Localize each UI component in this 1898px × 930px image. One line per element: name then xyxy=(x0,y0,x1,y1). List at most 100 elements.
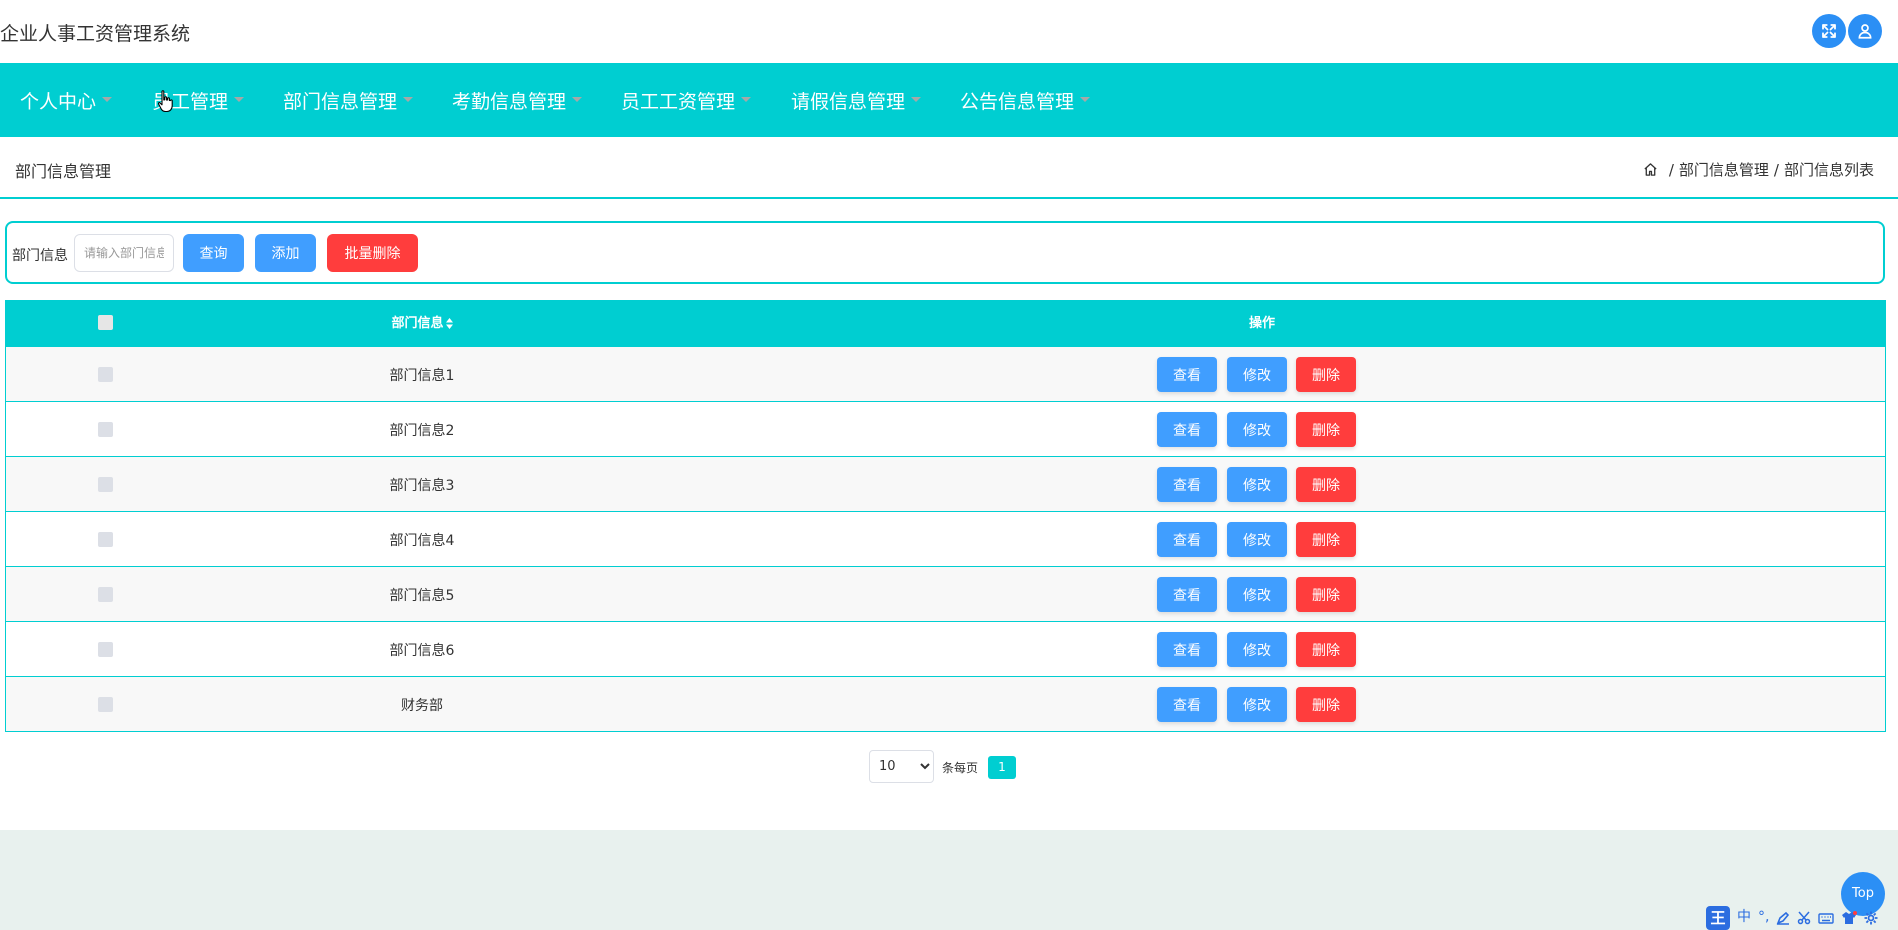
search-panel: 部门信息 查询 添加 批量删除 xyxy=(5,221,1885,284)
table-row: 部门信息2 查看 修改 删除 xyxy=(6,401,1885,456)
column-header-actions: 操作 xyxy=(1248,316,1275,331)
view-button[interactable]: 查看 xyxy=(1157,577,1217,612)
caret-down-icon xyxy=(572,96,583,102)
department-name-cell: 财务部 xyxy=(401,698,443,714)
row-checkbox[interactable] xyxy=(98,697,113,712)
main-nav: 个人中心 员工管理 部门信息管理 考勤信息管理 员工工资管理 请假信息管理 公告… xyxy=(0,63,1898,137)
search-label: 部门信息 xyxy=(12,248,68,264)
nav-item-label: 请假信息管理 xyxy=(791,90,906,113)
delete-button[interactable]: 删除 xyxy=(1296,412,1356,447)
ime-toolbar: 王 中 °, xyxy=(1706,905,1898,930)
caret-down-icon xyxy=(741,96,752,102)
column-header-label: 部门信息 xyxy=(391,316,444,331)
table-header: 部门信息 操作 xyxy=(6,301,1885,346)
nav-item-department-management[interactable]: 部门信息管理 xyxy=(283,63,414,137)
fullscreen-button[interactable] xyxy=(1812,14,1846,48)
breadcrumb-item-department-management[interactable]: 部门信息管理 xyxy=(1679,159,1769,180)
ime-punct-toggle[interactable]: °, xyxy=(1758,905,1769,930)
caret-down-icon xyxy=(403,96,414,102)
edit-button[interactable]: 修改 xyxy=(1227,467,1287,502)
caret-down-icon xyxy=(1080,96,1091,102)
view-button[interactable]: 查看 xyxy=(1157,687,1217,722)
view-button[interactable]: 查看 xyxy=(1157,357,1217,392)
row-checkbox[interactable] xyxy=(98,422,113,437)
row-checkbox[interactable] xyxy=(98,477,113,492)
select-all-checkbox[interactable] xyxy=(98,315,113,330)
per-page-label: 条每页 xyxy=(942,761,979,775)
delete-button[interactable]: 删除 xyxy=(1296,357,1356,392)
edit-button[interactable]: 修改 xyxy=(1227,632,1287,667)
department-name-cell: 部门信息1 xyxy=(389,368,455,384)
gear-icon[interactable] xyxy=(1864,911,1878,925)
column-header-department[interactable]: 部门信息 xyxy=(306,301,538,346)
scissors-icon[interactable] xyxy=(1797,911,1811,925)
nav-item-personal-center[interactable]: 个人中心 xyxy=(20,63,113,137)
shirt-icon[interactable] xyxy=(1841,910,1858,925)
department-name-cell: 部门信息5 xyxy=(389,588,455,604)
nav-item-label: 员工工资管理 xyxy=(621,90,736,113)
table-row: 财务部 查看 修改 删除 xyxy=(6,676,1885,731)
delete-button[interactable]: 删除 xyxy=(1296,687,1356,722)
department-name-cell: 部门信息3 xyxy=(389,478,455,494)
nav-item-label: 考勤信息管理 xyxy=(452,90,567,113)
ime-mode-toggle[interactable]: 中 xyxy=(1737,905,1751,930)
home-icon[interactable] xyxy=(1643,162,1658,177)
department-name-cell: 部门信息4 xyxy=(389,533,455,549)
edit-button[interactable]: 修改 xyxy=(1227,522,1287,557)
department-name-cell: 部门信息6 xyxy=(389,643,455,659)
table-row: 部门信息6 查看 修改 删除 xyxy=(6,621,1885,676)
row-checkbox[interactable] xyxy=(98,642,113,657)
edit-button[interactable]: 修改 xyxy=(1227,412,1287,447)
table-row: 部门信息5 查看 修改 删除 xyxy=(6,566,1885,621)
expand-icon xyxy=(1822,24,1836,38)
nav-item-notice-management[interactable]: 公告信息管理 xyxy=(960,63,1091,137)
page-header: 部门信息管理 / 部门信息管理 / 部门信息列表 xyxy=(0,137,1898,199)
page-title: 部门信息管理 xyxy=(15,162,112,181)
table-row: 部门信息1 查看 修改 删除 xyxy=(6,346,1885,401)
delete-button[interactable]: 删除 xyxy=(1296,577,1356,612)
caret-down-icon xyxy=(102,96,113,102)
department-table: 部门信息 操作 部门信息1 查看 修改 删除 部门信息2 查看 修改 删除 部门… xyxy=(5,300,1886,732)
row-checkbox[interactable] xyxy=(98,532,113,547)
department-search-input[interactable] xyxy=(74,234,174,272)
nav-item-label: 个人中心 xyxy=(20,90,97,113)
nav-item-leave-management[interactable]: 请假信息管理 xyxy=(791,63,922,137)
breadcrumb-separator: / xyxy=(1773,160,1779,179)
view-button[interactable]: 查看 xyxy=(1157,412,1217,447)
breadcrumb: / 部门信息管理 / 部门信息列表 xyxy=(1643,159,1874,180)
ime-logo[interactable]: 王 xyxy=(1706,905,1730,930)
view-button[interactable]: 查看 xyxy=(1157,522,1217,557)
pen-icon[interactable] xyxy=(1776,911,1790,925)
sort-icon xyxy=(445,318,453,329)
top-header: 企业人事工资管理系统 xyxy=(0,0,1898,63)
page-number-current[interactable]: 1 xyxy=(988,756,1016,779)
nav-item-label: 公告信息管理 xyxy=(960,90,1075,113)
nav-item-label: 部门信息管理 xyxy=(283,90,398,113)
hand-cursor-icon xyxy=(157,90,173,113)
nav-item-salary-management[interactable]: 员工工资管理 xyxy=(621,63,752,137)
caret-down-icon xyxy=(234,96,245,102)
nav-item-attendance-management[interactable]: 考勤信息管理 xyxy=(452,63,583,137)
delete-button[interactable]: 删除 xyxy=(1296,522,1356,557)
add-button[interactable]: 添加 xyxy=(255,234,316,272)
row-checkbox[interactable] xyxy=(98,367,113,382)
user-menu-button[interactable] xyxy=(1848,14,1882,48)
view-button[interactable]: 查看 xyxy=(1157,467,1217,502)
caret-down-icon xyxy=(911,96,922,102)
breadcrumb-item-department-list: 部门信息列表 xyxy=(1783,161,1874,179)
row-checkbox[interactable] xyxy=(98,587,113,602)
edit-button[interactable]: 修改 xyxy=(1227,357,1287,392)
query-button[interactable]: 查询 xyxy=(183,234,244,272)
edit-button[interactable]: 修改 xyxy=(1227,687,1287,722)
breadcrumb-separator: / xyxy=(1668,160,1674,179)
batch-delete-button[interactable]: 批量删除 xyxy=(327,234,418,272)
delete-button[interactable]: 删除 xyxy=(1296,467,1356,502)
view-button[interactable]: 查看 xyxy=(1157,632,1217,667)
delete-button[interactable]: 删除 xyxy=(1296,632,1356,667)
table-row: 部门信息4 查看 修改 删除 xyxy=(6,511,1885,566)
app-title: 企业人事工资管理系统 xyxy=(0,23,191,45)
edit-button[interactable]: 修改 xyxy=(1227,577,1287,612)
keyboard-icon[interactable] xyxy=(1818,911,1835,925)
page-size-select[interactable]: 10 xyxy=(869,750,934,783)
user-icon xyxy=(1858,24,1872,39)
